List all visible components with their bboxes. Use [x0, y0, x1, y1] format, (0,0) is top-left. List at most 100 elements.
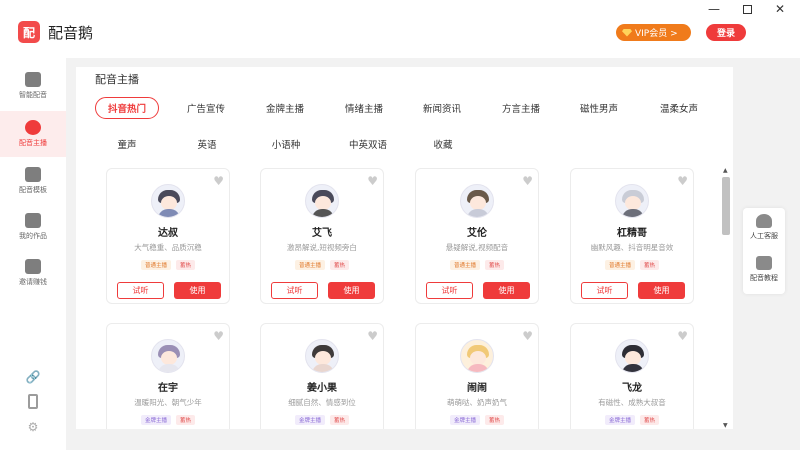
sidebar: 智能配音 配音主播 配音模板 我的作品 邀请赚钱 🔗 ⚙	[0, 58, 66, 450]
sidebar-item-smart-dubbing[interactable]: 智能配音	[0, 63, 66, 109]
sidebar-item-my-works[interactable]: 我的作品	[0, 204, 66, 250]
float-item-label: 配音教程	[750, 274, 778, 282]
listen-button[interactable]: 试听	[581, 282, 628, 299]
tab-gentle-female[interactable]: 温柔女声	[646, 97, 712, 119]
use-button[interactable]: 使用	[328, 282, 375, 299]
tab-dialect[interactable]: 方言主播	[490, 97, 552, 119]
scrollbar[interactable]: ▲ ▼	[721, 167, 731, 429]
app-logo: 配	[18, 21, 40, 43]
heart-icon[interactable]: ♥	[677, 329, 688, 343]
tab-gold-anchors[interactable]: 金牌主播	[254, 97, 316, 119]
anchor-card[interactable]: ♥ 达叔 大气稳重、品质沉稳 普通主播 蓄热 试听 使用	[106, 168, 230, 304]
heart-icon[interactable]: ♥	[677, 174, 688, 188]
hot-tag: 蓄热	[485, 260, 505, 270]
heart-icon[interactable]: ♥	[367, 174, 378, 188]
anchor-tag: 金牌主播	[604, 415, 635, 425]
tab-douyin-hot[interactable]: 抖音热门	[95, 97, 159, 119]
sidebar-item-label: 配音主播	[19, 139, 47, 147]
phone-icon[interactable]	[26, 393, 40, 409]
anchor-icon	[25, 120, 41, 135]
anchor-card[interactable]: ♥ 飞龙 有磁性、成熟大叔音 金牌主播 蓄热	[570, 323, 694, 429]
scroll-down-icon[interactable]: ▼	[723, 422, 728, 429]
anchor-tag: 金牌主播	[140, 415, 171, 425]
tab-english[interactable]: 英语	[182, 133, 232, 155]
tab-child[interactable]: 童声	[102, 133, 152, 155]
vip-button[interactable]: VIP会员 >	[616, 24, 691, 41]
heart-icon[interactable]: ♥	[522, 174, 533, 188]
anchor-name: 艾飞	[312, 228, 332, 239]
anchor-card[interactable]: ♥ 在宇 温暖阳光、朝气少年 金牌主播 蓄热	[106, 323, 230, 429]
maximize-icon[interactable]	[739, 2, 755, 16]
anchor-tag: 普通主播	[140, 260, 171, 270]
close-icon[interactable]: ✕	[772, 2, 788, 16]
scroll-up-icon[interactable]: ▲	[723, 167, 728, 174]
heart-icon[interactable]: ♥	[213, 174, 224, 188]
folder-icon	[25, 213, 41, 228]
anchor-desc: 幽默风趣、抖音明星音效	[590, 243, 674, 252]
anchor-card[interactable]: ♥ 艾飞 激昂解说,短视频旁白 普通主播 蓄热 试听 使用	[260, 168, 384, 304]
tab-news[interactable]: 新闻资讯	[410, 97, 474, 119]
sidebar-item-label: 配音模板	[19, 186, 47, 194]
anchor-name: 姜小果	[307, 383, 337, 394]
listen-button[interactable]: 试听	[426, 282, 473, 299]
anchor-name: 达叔	[158, 228, 178, 239]
tab-minor-languages[interactable]: 小语种	[258, 133, 314, 155]
anchor-card[interactable]: ♥ 姜小果 细腻自然、情感到位 金牌主播 蓄热	[260, 323, 384, 429]
tab-ads[interactable]: 广告宣传	[176, 97, 236, 119]
title-bar: 配 配音鹅 VIP会员 > 登录 — ✕	[0, 0, 800, 58]
app-name: 配音鹅	[48, 24, 94, 42]
avatar	[151, 339, 185, 373]
settings-icon[interactable]: ⚙	[26, 420, 40, 434]
float-item-label: 人工客服	[750, 232, 778, 240]
hot-tag: 蓄热	[640, 260, 660, 270]
use-button[interactable]: 使用	[174, 282, 221, 299]
hot-tag: 蓄热	[176, 260, 196, 270]
sidebar-item-label: 我的作品	[19, 232, 47, 240]
minimize-icon[interactable]: —	[706, 2, 722, 16]
anchor-tag: 普通主播	[604, 260, 635, 270]
anchor-tag: 普通主播	[449, 260, 480, 270]
avatar	[615, 339, 649, 373]
float-panel: 人工客服 配音教程	[743, 208, 785, 294]
anchor-desc: 有磁性、成熟大叔音	[598, 398, 666, 407]
use-button[interactable]: 使用	[638, 282, 685, 299]
book-icon	[756, 256, 772, 270]
tab-favorites[interactable]: 收藏	[418, 133, 468, 155]
avatar	[615, 184, 649, 218]
sidebar-item-templates[interactable]: 配音模板	[0, 158, 66, 204]
tab-magnetic-male[interactable]: 磁性男声	[568, 97, 630, 119]
main-panel: 配音主播 抖音热门 广告宣传 金牌主播 情绪主播 新闻资讯 方言主播 磁性男声 …	[76, 67, 733, 429]
heart-icon[interactable]: ♥	[213, 329, 224, 343]
money-bag-icon	[25, 259, 41, 274]
app-window: 配 配音鹅 VIP会员 > 登录 — ✕ 智能配音 配音主播 配音模板 我的作品	[0, 0, 800, 450]
speaker-icon	[25, 72, 41, 87]
customer-service-button[interactable]: 人工客服	[743, 214, 785, 241]
heart-icon[interactable]: ♥	[367, 329, 378, 343]
anchor-desc: 激昂解说,短视频旁白	[287, 243, 357, 252]
page-title: 配音主播	[95, 73, 139, 86]
anchor-desc: 萌萌哒、奶声奶气	[447, 398, 507, 407]
tab-emotion[interactable]: 情绪主播	[333, 97, 395, 119]
login-button[interactable]: 登录	[706, 24, 746, 41]
anchor-name: 在宇	[158, 383, 178, 394]
listen-button[interactable]: 试听	[117, 282, 164, 299]
anchor-name: 飞龙	[622, 383, 642, 394]
avatar	[460, 339, 494, 373]
anchor-card[interactable]: ♥ 闹闹 萌萌哒、奶声奶气 金牌主播 蓄热	[415, 323, 539, 429]
anchor-desc: 细腻自然、情感到位	[288, 398, 356, 407]
anchor-tag: 金牌主播	[294, 415, 325, 425]
sidebar-item-invite[interactable]: 邀请赚钱	[0, 250, 66, 296]
tab-bilingual[interactable]: 中英双语	[336, 133, 400, 155]
hot-tag: 蓄热	[330, 260, 350, 270]
heart-icon[interactable]: ♥	[522, 329, 533, 343]
avatar	[151, 184, 185, 218]
tutorial-button[interactable]: 配音教程	[743, 256, 785, 283]
sidebar-item-anchors[interactable]: 配音主播	[0, 111, 66, 157]
anchor-card[interactable]: ♥ 艾伦 悬疑解说,视频配音 普通主播 蓄热 试听 使用	[415, 168, 539, 304]
anchor-card[interactable]: ♥ 杠精哥 幽默风趣、抖音明星音效 普通主播 蓄热 试听 使用	[570, 168, 694, 304]
link-icon[interactable]: 🔗	[26, 370, 41, 384]
listen-button[interactable]: 试听	[271, 282, 318, 299]
use-button[interactable]: 使用	[483, 282, 530, 299]
diamond-icon	[622, 28, 632, 37]
scroll-thumb[interactable]	[722, 177, 730, 235]
